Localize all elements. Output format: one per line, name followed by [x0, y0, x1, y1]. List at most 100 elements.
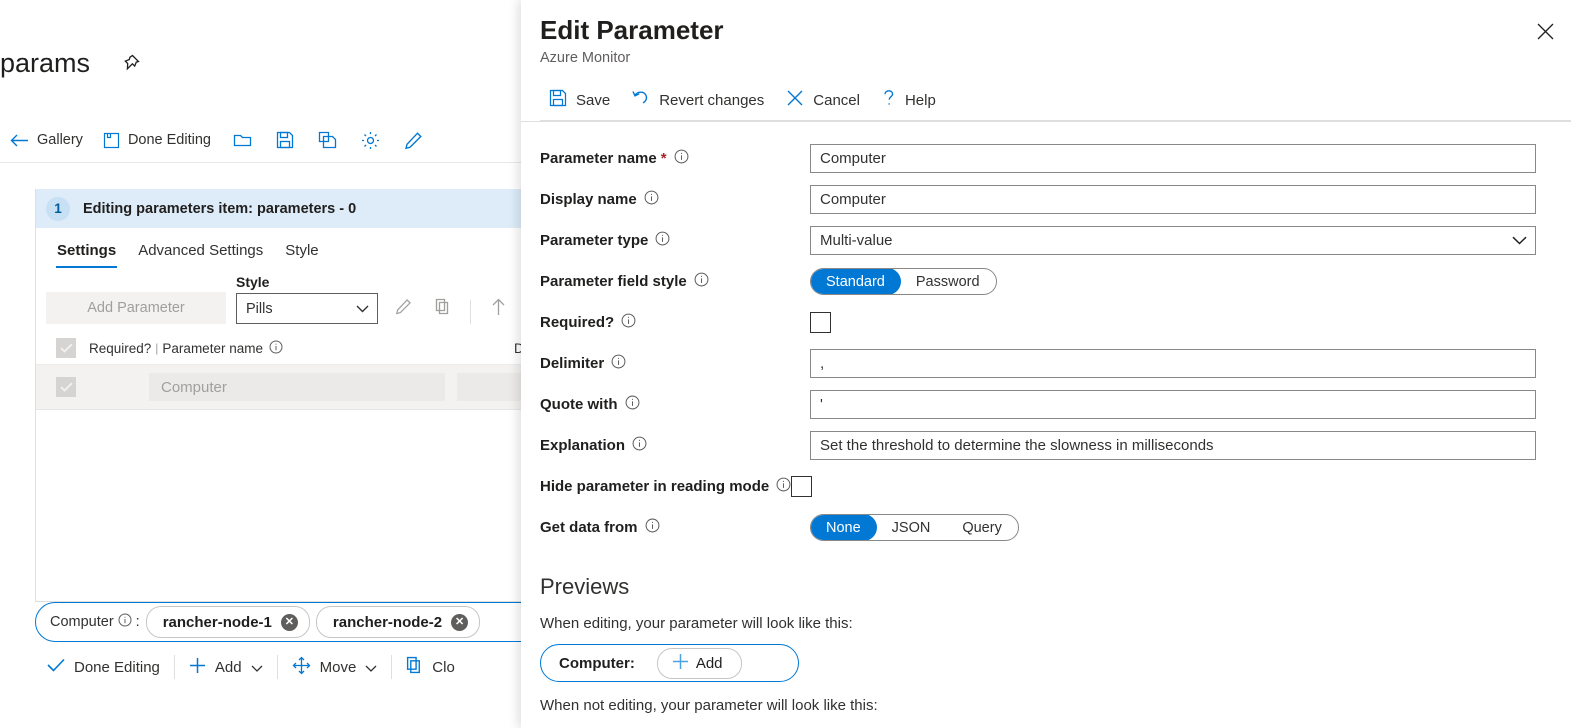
workbook-toolbar[interactable]: Gallery Done Editing [0, 118, 560, 163]
toolbar-save-as-button[interactable] [306, 122, 349, 158]
cancel-button[interactable]: Cancel [775, 83, 871, 117]
done-editing-label: Done Editing [74, 659, 160, 676]
parameters-bottom-toolbar[interactable]: Done Editing Add Move [35, 646, 560, 688]
revert-changes-button[interactable]: Revert changes [621, 83, 775, 117]
preview-editing-text: When editing, your parameter will look l… [521, 615, 1571, 632]
toolbar-done-editing-button[interactable]: Done Editing [93, 122, 221, 158]
get-data-from-option-query[interactable]: Query [946, 515, 1018, 540]
parameter-name-label: Parameter name [540, 150, 657, 167]
table-row[interactable]: Computer [36, 365, 559, 410]
move-label: Move [320, 659, 357, 676]
field-label: Display name [540, 190, 810, 209]
add-parameter-button[interactable]: Add Parameter [46, 292, 226, 324]
parameter-type-select[interactable]: Multi-value [810, 226, 1536, 255]
help-button[interactable]: Help [871, 83, 947, 117]
toolbar-open-button[interactable] [221, 122, 264, 158]
quote-with-label: Quote with [540, 396, 618, 413]
table-header-required: Required? [89, 341, 151, 356]
plus-icon [189, 657, 206, 678]
previews-heading: Previews [521, 574, 1571, 600]
add-label: Add [215, 659, 242, 676]
info-icon[interactable] [655, 231, 670, 250]
cancel-label: Cancel [813, 92, 860, 109]
editing-banner-title: Editing parameters item: parameters - 0 [83, 201, 356, 217]
edit-parameter-icon-button[interactable] [388, 294, 418, 324]
pills-row-label-colon: : [136, 614, 140, 630]
info-icon[interactable] [776, 477, 791, 496]
toolbar-gallery-button[interactable]: Gallery [0, 122, 93, 158]
preview-not-editing-text: When not editing, your parameter will lo… [521, 697, 1571, 714]
move-up-icon-button[interactable] [483, 294, 513, 324]
field-parameter-name: Parameter name * Computer [521, 138, 1571, 179]
required-label: Required? [540, 314, 614, 331]
info-icon[interactable] [694, 272, 709, 291]
workbook-background-page: params Gallery Done Editing [0, 0, 560, 728]
field-style-toggle-group[interactable]: Standard Password [810, 268, 997, 295]
value-pill[interactable]: rancher-node-2 ✕ [316, 606, 480, 638]
info-icon[interactable] [269, 340, 283, 357]
chevron-down-icon [251, 659, 263, 676]
info-icon[interactable] [118, 613, 132, 631]
save-icon [276, 131, 294, 149]
field-label: Hide parameter in reading mode [540, 477, 791, 496]
close-icon[interactable] [1529, 15, 1561, 47]
field-label: Parameter name * [540, 149, 810, 168]
tab-style[interactable]: Style [274, 242, 329, 268]
clone-button[interactable]: Clo [394, 650, 467, 684]
delimiter-input[interactable]: , [810, 349, 1536, 378]
field-label: Explanation [540, 436, 810, 455]
required-checkbox[interactable] [810, 312, 831, 333]
check-icon [47, 658, 65, 676]
editing-banner: 1 Editing parameters item: parameters - … [36, 189, 559, 228]
field-get-data-from: Get data from None JSON Query [521, 507, 1571, 548]
remove-pill-icon[interactable]: ✕ [451, 614, 468, 631]
toolbar-settings-button[interactable] [349, 122, 392, 158]
pencil-icon [395, 298, 412, 320]
field-label: Parameter field style [540, 272, 810, 291]
field-style-option-standard[interactable]: Standard [810, 268, 901, 295]
get-data-from-toggle-group[interactable]: None JSON Query [810, 514, 1019, 541]
info-icon[interactable] [611, 354, 626, 373]
info-icon[interactable] [644, 190, 659, 209]
info-icon[interactable] [621, 313, 636, 332]
panel-command-bar[interactable]: Save Revert changes Cancel [521, 79, 1571, 122]
info-icon[interactable] [645, 518, 660, 537]
field-delimiter: Delimiter , [521, 343, 1571, 384]
pin-icon[interactable] [120, 52, 142, 74]
value-pill[interactable]: rancher-node-1 ✕ [146, 606, 310, 638]
add-button[interactable]: Add [177, 650, 275, 684]
display-name-input[interactable]: Computer [810, 185, 1536, 214]
row-parameter-name[interactable]: Computer [149, 373, 445, 401]
style-field-label: Style [236, 274, 378, 290]
style-select[interactable]: Pills [236, 293, 378, 324]
get-data-from-option-json[interactable]: JSON [876, 515, 947, 540]
copy-icon [435, 298, 451, 320]
toolbar-divider [391, 655, 392, 679]
field-label: Get data from [540, 518, 810, 537]
field-hide-parameter: Hide parameter in reading mode [521, 466, 1571, 507]
tab-advanced-settings[interactable]: Advanced Settings [127, 242, 274, 268]
panel-title: Edit Parameter [540, 14, 1547, 46]
preview-add-button[interactable]: Add [657, 648, 742, 679]
plus-icon [672, 653, 689, 674]
hide-parameter-checkbox[interactable] [791, 476, 812, 497]
explanation-input[interactable]: Set the threshold to determine the slown… [810, 431, 1536, 460]
copy-parameter-icon-button[interactable] [428, 294, 458, 324]
info-icon[interactable] [674, 149, 689, 168]
parameter-name-input[interactable]: Computer [810, 144, 1536, 173]
save-button[interactable]: Save [538, 83, 621, 117]
quote-with-input[interactable]: ' [810, 390, 1536, 419]
done-editing-button[interactable]: Done Editing [35, 650, 172, 684]
toolbar-edit-button[interactable] [392, 122, 435, 158]
settings-tabs[interactable]: Settings Advanced Settings Style [36, 228, 559, 268]
get-data-from-option-none[interactable]: None [810, 514, 877, 541]
info-icon[interactable] [625, 395, 640, 414]
tab-settings[interactable]: Settings [46, 242, 127, 268]
field-style-option-password[interactable]: Password [900, 269, 996, 294]
hide-parameter-label: Hide parameter in reading mode [540, 478, 769, 495]
move-button[interactable]: Move [280, 650, 390, 684]
revert-icon [632, 89, 650, 111]
info-icon[interactable] [632, 436, 647, 455]
remove-pill-icon[interactable]: ✕ [281, 614, 298, 631]
toolbar-save-button[interactable] [264, 122, 306, 158]
